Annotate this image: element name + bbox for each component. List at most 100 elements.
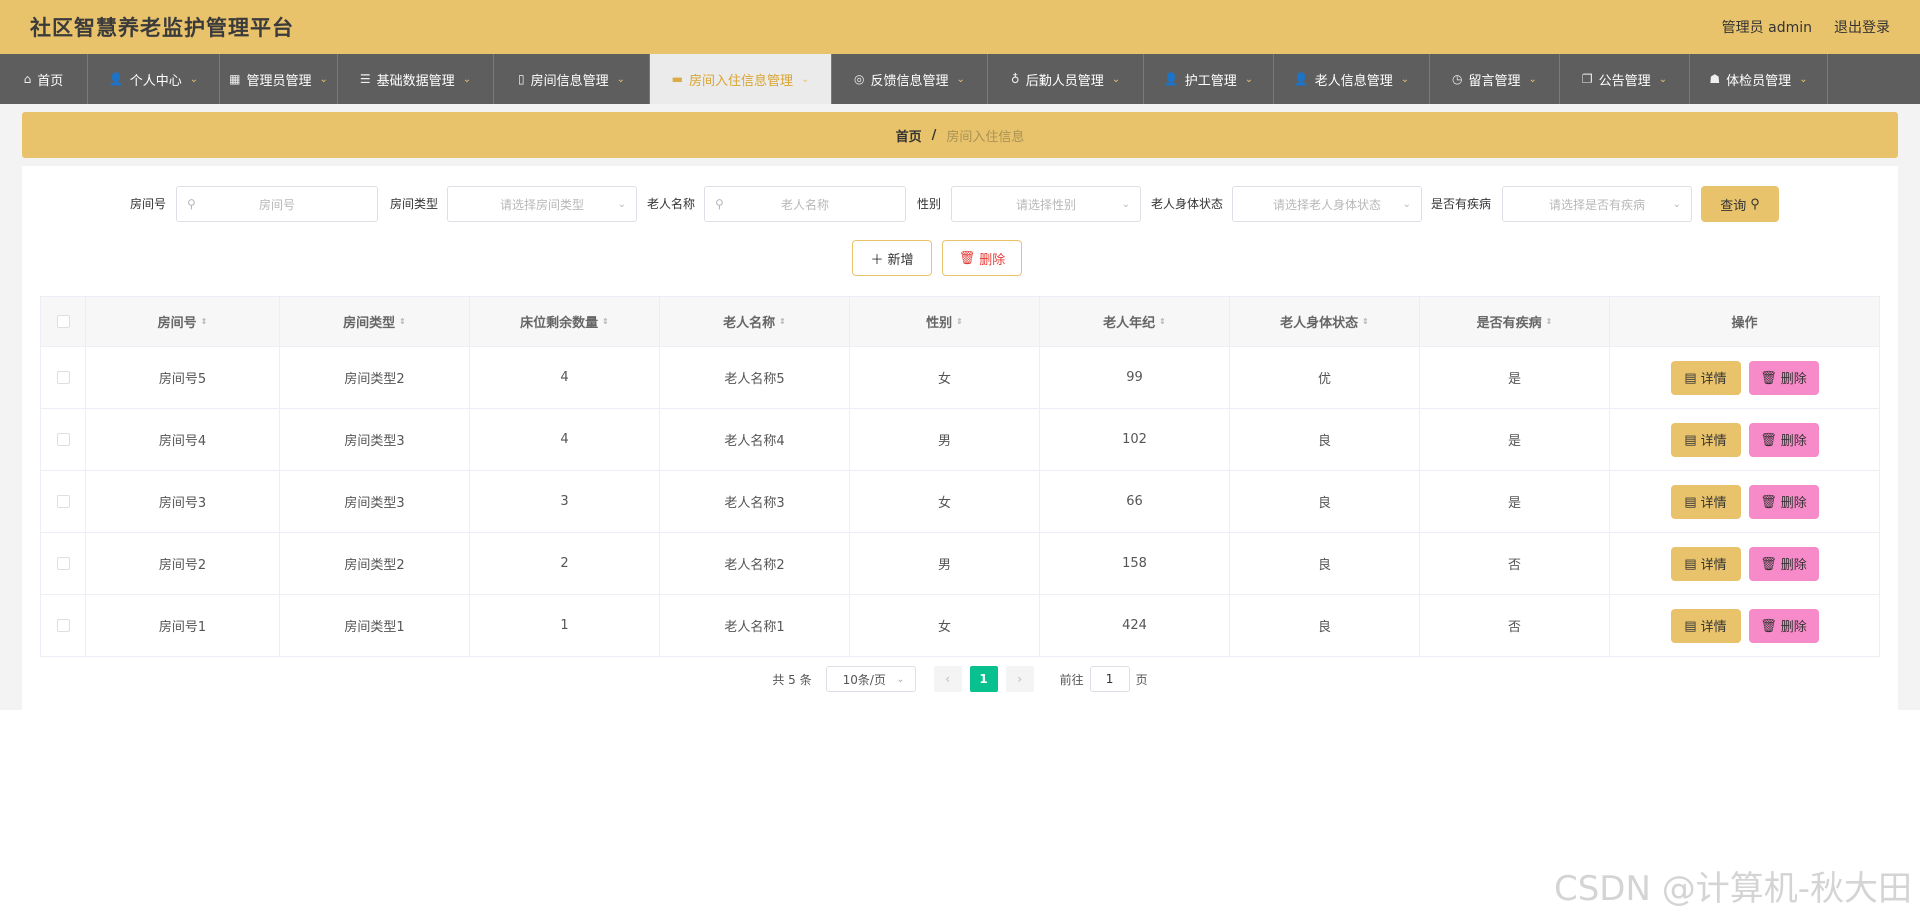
table-cell: 房间号5 <box>86 347 280 408</box>
batch-delete-button[interactable]: 🗑 删除 <box>942 240 1022 276</box>
table-cell: 3 <box>470 471 660 532</box>
chevron-down-icon: ⌄ <box>896 673 905 685</box>
nav-item-label: 首页 <box>37 73 64 89</box>
row-checkbox[interactable] <box>56 433 70 446</box>
sort-icon[interactable]: ⇕ <box>602 317 609 326</box>
logout-link[interactable]: 退出登录 <box>1834 17 1890 37</box>
query-button[interactable]: 查询 ⚲ <box>1701 186 1779 222</box>
detail-button[interactable]: ▤ 详情 <box>1670 484 1741 519</box>
row-actions: ▤ 详情 🗑 删除 <box>1610 533 1880 594</box>
total-count: 共 5 条 <box>772 672 812 687</box>
app-title: 社区智慧养老监护管理平台 <box>30 16 294 40</box>
row-delete-button[interactable]: 🗑 删除 <box>1748 484 1819 519</box>
document-icon: ▤ <box>1684 617 1697 633</box>
nav-item-logistics-mgmt[interactable]: ♁ 后勤人员管理 ⌄ <box>988 54 1144 104</box>
gender-select[interactable]: 请选择性别 ⌄ <box>951 186 1141 222</box>
table-cell: 是 <box>1420 347 1610 408</box>
row-checkbox[interactable] <box>56 371 70 384</box>
nav-item-message-mgmt[interactable]: ◷ 留言管理 ⌄ <box>1430 54 1560 104</box>
room-type-select[interactable]: 请选择房间类型 ⌄ <box>447 186 637 222</box>
health-label: 老人身体状态 <box>1151 197 1224 211</box>
sort-icon[interactable]: ⇕ <box>956 317 963 326</box>
sort-icon[interactable]: ⇕ <box>201 317 208 326</box>
sort-icon[interactable]: ⇕ <box>399 317 406 326</box>
chevron-right-icon: › <box>1017 672 1023 686</box>
table-cell: 否 <box>1420 533 1610 594</box>
page-number-current[interactable]: 1 <box>969 666 998 692</box>
page-size-select[interactable]: 10条/页 ⌄ <box>825 666 916 692</box>
nav-item-label: 房间入住信息管理 <box>688 73 793 89</box>
sort-icon[interactable]: ⇕ <box>1362 317 1369 326</box>
sort-icon[interactable]: ⇕ <box>1159 317 1166 326</box>
nav-item-label: 公告管理 <box>1598 73 1651 89</box>
chevron-down-icon: ⌄ <box>1799 73 1808 85</box>
row-checkbox[interactable] <box>56 495 70 508</box>
chevron-down-icon: ⌄ <box>956 73 965 85</box>
logistics-mgmt-icon: ♁ <box>1010 72 1020 86</box>
nav-item-caregiver-mgmt[interactable]: 👤 护工管理 ⌄ <box>1144 54 1274 104</box>
chevron-down-icon: ⌄ <box>1658 73 1668 85</box>
prev-page-button[interactable]: ‹ <box>933 666 962 692</box>
chevron-down-icon: ⌄ <box>1111 73 1121 85</box>
table-cell: 良 <box>1230 409 1420 470</box>
select-all-checkbox[interactable] <box>56 315 70 328</box>
trash-icon: 🗑 <box>1760 493 1777 509</box>
sort-icon[interactable]: ⇕ <box>779 317 786 326</box>
elder-name-input[interactable]: ⚲ 老人名称 <box>704 186 906 222</box>
add-button[interactable]: ＋ 新增 <box>852 240 932 276</box>
table-cell: 4 <box>470 409 660 470</box>
nav-item-admin-mgmt[interactable]: ▦ 管理员管理 ⌄ <box>220 54 338 104</box>
table-cell: 老人名称2 <box>660 533 850 594</box>
chevron-down-icon: ⌄ <box>1672 198 1681 210</box>
row-select-cell <box>40 409 86 470</box>
sort-icon[interactable]: ⇕ <box>1546 317 1553 326</box>
row-delete-button[interactable]: 🗑 删除 <box>1748 422 1819 457</box>
table-row: 房间号1 房间类型1 1 老人名称1 女 424 良否 ▤ 详情 🗑 删除 <box>40 595 1880 657</box>
column-header[interactable]: 房间号 ⇕ <box>86 297 280 346</box>
nav-item-room-info-mgmt[interactable]: ▯ 房间信息管理 ⌄ <box>494 54 650 104</box>
room-no-input[interactable]: ⚲ 房间号 <box>176 186 378 222</box>
next-page-button[interactable]: › <box>1005 666 1034 692</box>
row-delete-button[interactable]: 🗑 删除 <box>1748 546 1819 581</box>
table-cell: 老人名称3 <box>660 471 850 532</box>
document-icon: ▤ <box>1684 493 1697 509</box>
personal-center-icon: 👤 <box>108 72 124 86</box>
detail-button[interactable]: ▤ 详情 <box>1670 360 1741 395</box>
nav-item-feedback-mgmt[interactable]: ◎ 反馈信息管理 ⌄ <box>832 54 988 104</box>
column-header[interactable]: 老人身体状态 ⇕ <box>1230 297 1420 346</box>
nav-item-personal-center[interactable]: 👤 个人中心 ⌄ <box>88 54 220 104</box>
row-delete-button[interactable]: 🗑 删除 <box>1748 360 1819 395</box>
column-header[interactable]: 房间类型 ⇕ <box>280 297 470 346</box>
nav-item-base-data-mgmt[interactable]: ☰ 基础数据管理 ⌄ <box>338 54 494 104</box>
chevron-down-icon: ⌄ <box>1400 73 1410 85</box>
row-checkbox[interactable] <box>56 619 70 632</box>
nav-item-home[interactable]: ⌂ 首页 <box>0 54 88 104</box>
column-header[interactable]: 老人名称 ⇕ <box>660 297 850 346</box>
row-delete-button[interactable]: 🗑 删除 <box>1748 608 1819 643</box>
nav-item-room-checkin-mgmt[interactable]: ▬ 房间入住信息管理 ⌄ <box>650 54 832 104</box>
column-header[interactable]: 老人年纪 ⇕ <box>1040 297 1230 346</box>
column-header[interactable]: 是否有疾病 ⇕ <box>1420 297 1610 346</box>
detail-button[interactable]: ▤ 详情 <box>1670 546 1741 581</box>
table-cell: 男 <box>850 409 1040 470</box>
row-actions: ▤ 详情 🗑 删除 <box>1610 471 1880 532</box>
breadcrumb-home[interactable]: 首页 <box>896 126 922 145</box>
trash-icon: 🗑 <box>1760 369 1777 385</box>
nav-item-label: 留言管理 <box>1468 73 1521 89</box>
table-cell: 158 <box>1040 533 1230 594</box>
chevron-down-icon: ⌄ <box>1402 198 1411 210</box>
pagination: 共 5 条 10条/页 ⌄ ‹ 1 › 前往 1 页 <box>22 666 1898 692</box>
chevron-left-icon: ‹ <box>945 672 951 686</box>
nav-item-elder-info-mgmt[interactable]: 👤 老人信息管理 ⌄ <box>1274 54 1430 104</box>
goto-page-input[interactable]: 1 <box>1089 666 1130 692</box>
column-header[interactable]: 床位剩余数量 ⇕ <box>470 297 660 346</box>
nav-item-notice-mgmt[interactable]: ❐ 公告管理 ⌄ <box>1560 54 1690 104</box>
nav-item-examiner-mgmt[interactable]: ☗ 体检员管理 ⌄ <box>1690 54 1828 104</box>
detail-button[interactable]: ▤ 详情 <box>1670 422 1741 457</box>
column-header[interactable]: 性别 ⇕ <box>850 297 1040 346</box>
top-header: 社区智慧养老监护管理平台 管理员 admin 退出登录 <box>0 0 1920 54</box>
health-select[interactable]: 请选择老人身体状态 ⌄ <box>1232 186 1422 222</box>
detail-button[interactable]: ▤ 详情 <box>1670 608 1741 643</box>
row-checkbox[interactable] <box>56 557 70 570</box>
disease-select[interactable]: 请选择是否有疾病 ⌄ <box>1502 186 1692 222</box>
